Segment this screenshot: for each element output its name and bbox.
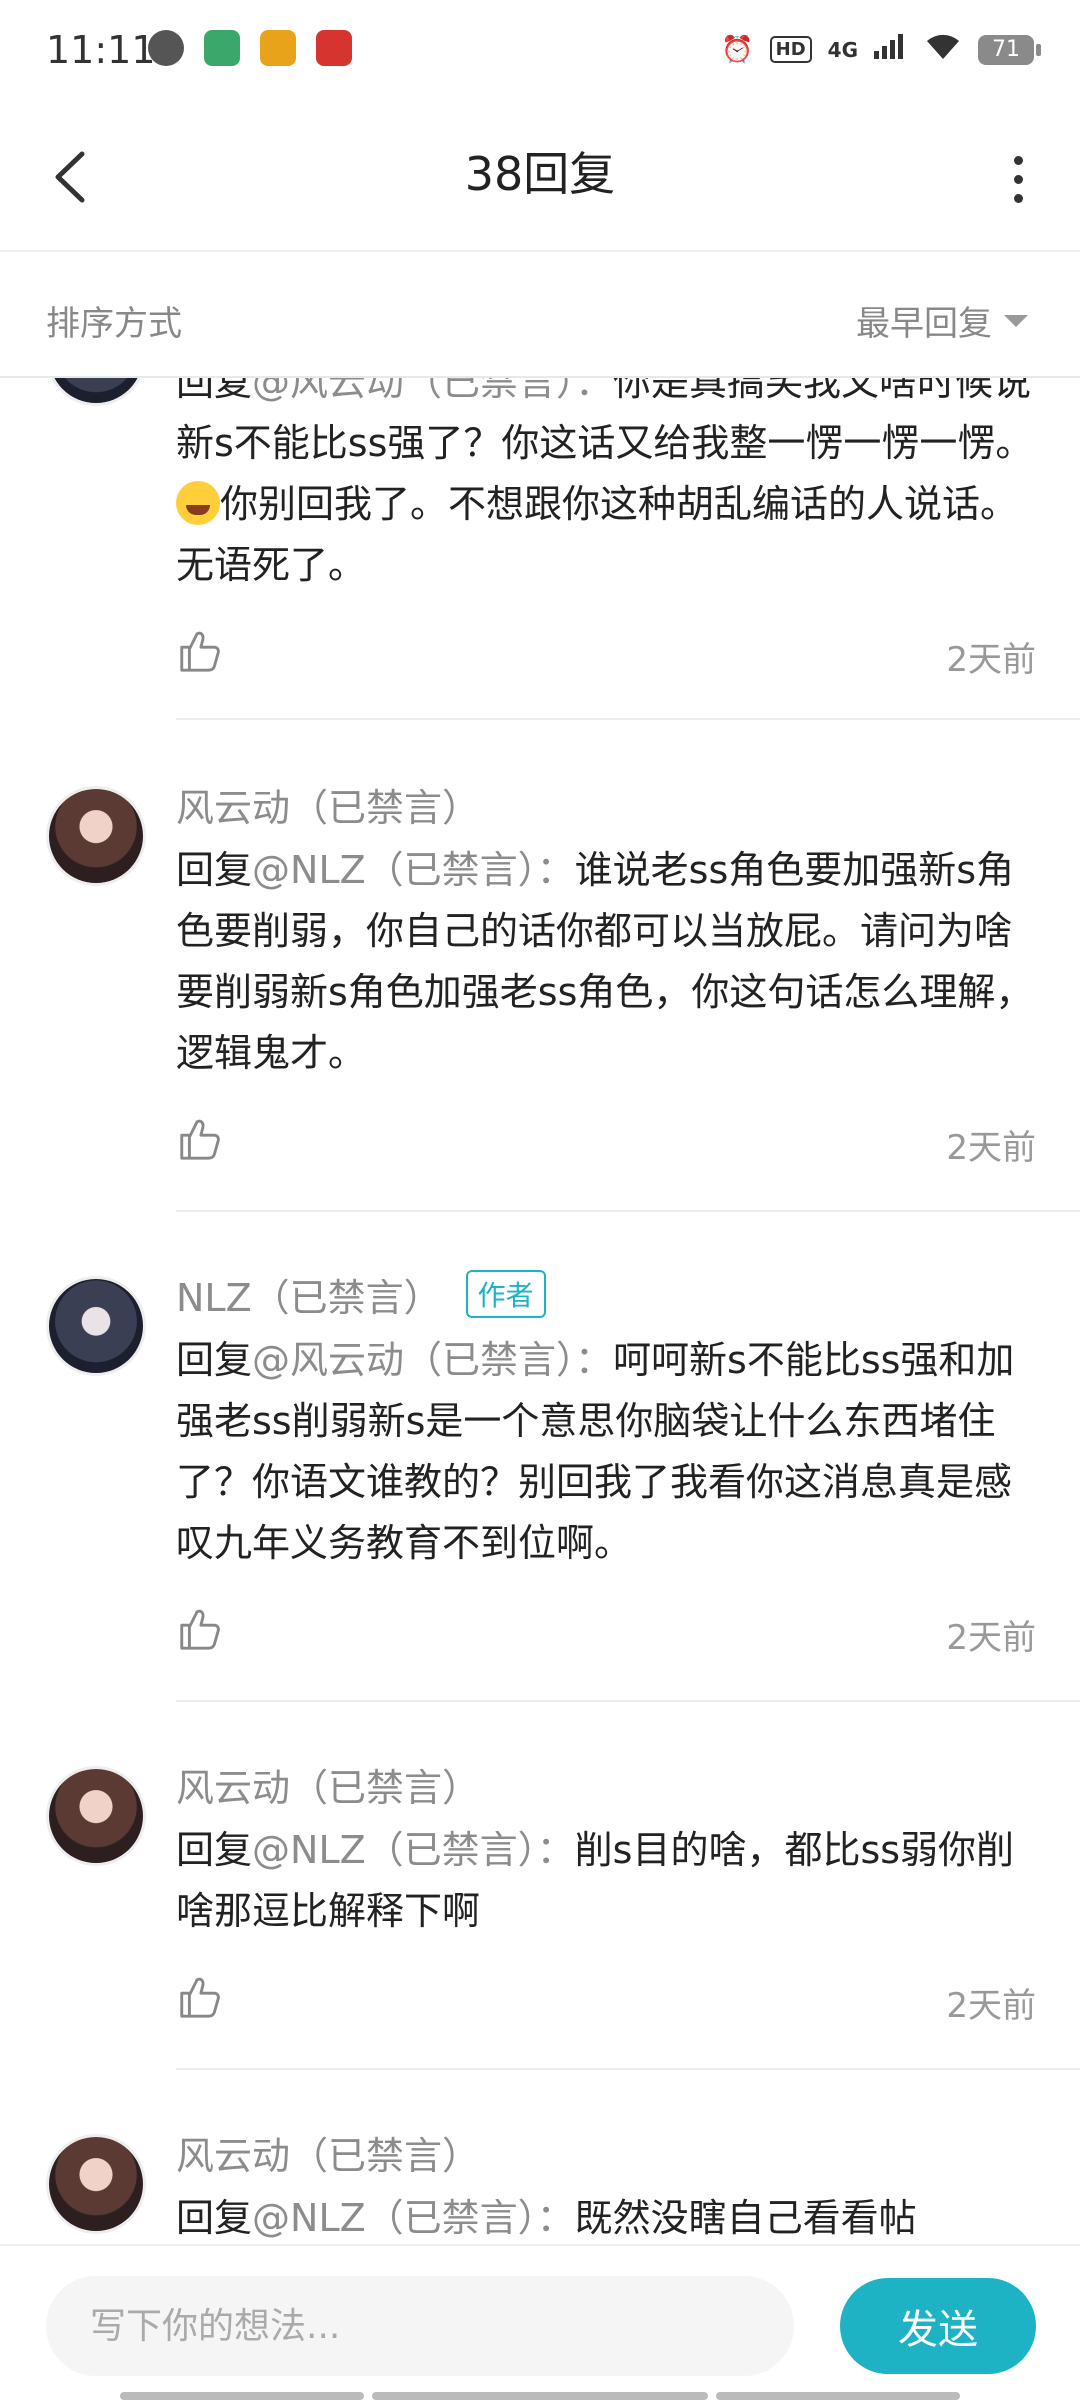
nav-gesture-bar	[120, 2392, 364, 2400]
notification-icons	[148, 30, 352, 66]
nav-gesture-bar	[372, 2392, 708, 2400]
app-badge-icon	[316, 30, 352, 66]
avatar[interactable]	[46, 376, 146, 406]
author-badge: 作者	[465, 1270, 546, 1318]
chat-bubble-icon	[148, 30, 184, 66]
mention[interactable]: @风云动（已禁言）：	[252, 1338, 613, 1382]
sort-dropdown[interactable]: 最早回复	[856, 296, 1028, 345]
reply-time: 2天前	[946, 1986, 1036, 2026]
hd-icon: HD	[769, 36, 812, 63]
avatar[interactable]	[46, 1276, 146, 1376]
like-icon[interactable]	[176, 628, 222, 674]
divider	[176, 718, 1080, 720]
reply-meta: 2天前	[176, 1594, 1036, 1674]
like-icon[interactable]	[176, 1116, 222, 1162]
app-notification-icon	[204, 30, 240, 66]
send-button[interactable]: 发送	[840, 2278, 1036, 2374]
battery-icon: 71	[978, 34, 1041, 65]
reply-list[interactable]: 回复@风云动（已禁言）：你是真搞笑我又啥时候说新s不能比ss强了？你这话又给我整…	[0, 376, 1080, 2244]
avatar[interactable]	[46, 1766, 146, 1866]
status-bar: 11:11 ⏰ HD 4G 71	[0, 0, 1080, 100]
avatar[interactable]	[46, 786, 146, 886]
reply-text: 回复@风云动（已禁言）：你是真搞笑我又啥时候说新s不能比ss强了？你这话又给我整…	[176, 376, 1036, 596]
divider	[176, 2068, 1080, 2070]
signal-icon	[874, 33, 908, 66]
reply-time: 2天前	[946, 1618, 1036, 1658]
sort-label: 排序方式	[46, 304, 182, 344]
reply-author[interactable]: 风云动（已禁言）	[176, 1757, 480, 1812]
mention[interactable]: @NLZ（已禁言）：	[252, 1828, 575, 1872]
title-bar: 38回复	[0, 100, 1080, 250]
reply-text: 回复@NLZ（已禁言）：削s目的啥，都比ss弱你削啥那逗比解释下啊	[176, 1828, 1015, 1933]
reply-meta: 2天前	[176, 1962, 1036, 2042]
reply-author[interactable]: 风云动（已禁言）	[176, 2125, 480, 2180]
reply-text: 回复@风云动（已禁言）：呵呵新s不能比ss强和加强老ss削弱新s是一个意思你脑袋…	[176, 1338, 1015, 1565]
weibo-icon	[260, 30, 296, 66]
divider	[176, 1210, 1080, 1212]
divider	[176, 1700, 1080, 1702]
nav-gesture-bar	[716, 2392, 960, 2400]
more-options-icon[interactable]	[988, 144, 1048, 214]
sort-value: 最早回复	[856, 304, 992, 344]
reply-meta: 2天前	[176, 1104, 1036, 1184]
reply-text: 回复@NLZ（已禁言）：谁说老ss角色要加强新s角色要削弱，你自己的话你都可以当…	[176, 848, 1034, 1075]
comment-input[interactable]	[46, 2276, 794, 2376]
composer-bar: 发送	[0, 2244, 1080, 2402]
wifi-icon	[924, 32, 962, 67]
status-time: 11:11	[46, 28, 156, 72]
mention[interactable]: @风云动（已禁言）：	[252, 376, 613, 404]
avatar[interactable]	[46, 2134, 146, 2234]
alarm-icon: ⏰	[721, 34, 754, 65]
reply-time: 2天前	[946, 640, 1036, 680]
like-icon[interactable]	[176, 1606, 222, 1652]
like-icon[interactable]	[176, 1974, 222, 2020]
reply-meta: 2天前	[176, 616, 1036, 696]
status-right: ⏰ HD 4G 71	[721, 32, 1041, 67]
sort-bar: 排序方式 最早回复	[0, 252, 1080, 378]
mention[interactable]: @NLZ（已禁言）：	[252, 2196, 575, 2240]
reply-author[interactable]: NLZ（已禁言）	[176, 1267, 442, 1322]
page-title: 38回复	[464, 147, 616, 201]
reply-time: 2天前	[946, 1128, 1036, 1168]
reply-author[interactable]: 风云动（已禁言）	[176, 777, 480, 832]
mention[interactable]: @NLZ（已禁言）：	[252, 848, 575, 892]
dropdown-arrow-icon	[1004, 314, 1028, 327]
network-label: 4G	[827, 37, 858, 62]
laughing-emoji-icon	[176, 481, 220, 525]
reply-text: 回复@NLZ（已禁言）：既然没瞎自己看看帖	[176, 2196, 917, 2240]
